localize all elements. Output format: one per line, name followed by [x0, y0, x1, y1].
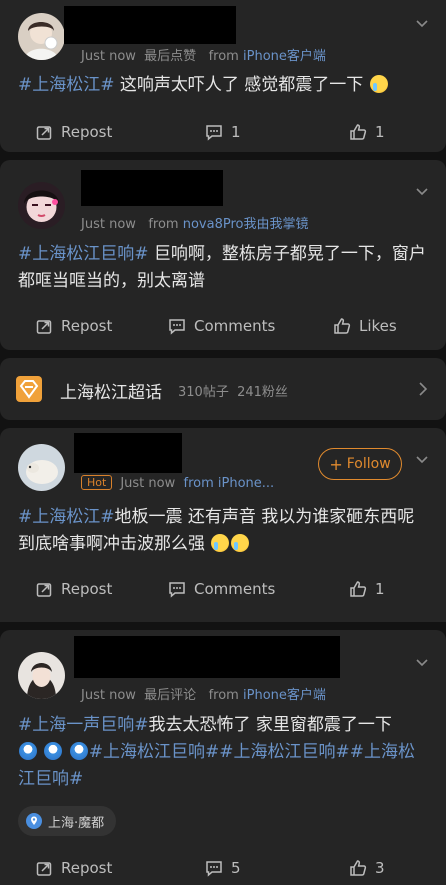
post-text: #上海松江#地板一震 还有声音 我以为谁家砸东西呢 到底啥事啊冲击波那么强 — [18, 507, 415, 554]
follow-button[interactable]: + Follow — [318, 448, 402, 480]
avatar[interactable] — [18, 182, 65, 229]
chevron-down-icon[interactable] — [416, 657, 428, 669]
avatar[interactable] — [18, 652, 65, 699]
comments-button[interactable]: 1 — [205, 118, 241, 146]
hashtag-link[interactable]: #上海松江巨响# — [18, 244, 149, 264]
repost-icon — [36, 861, 52, 876]
source-link[interactable]: iPhone客户端 — [243, 49, 326, 64]
post-text: #上海松江# 这响声太吓人了 感觉都震了一下 — [18, 72, 428, 99]
like-button[interactable]: 1 — [349, 118, 385, 146]
doraemon-emoji-icon — [69, 742, 88, 760]
crying-emoji-icon — [231, 534, 250, 552]
super-topic-bar[interactable]: 上海松江超话 310帖子 241粉丝 — [0, 358, 446, 420]
repost-icon — [36, 582, 52, 597]
post-meta: Just now from nova8Pro我由我掌镜 — [81, 217, 309, 232]
post-text: #上海松江巨响# 巨响啊，整栋房子都晃了一下，窗户都哐当哐当的，别太离谱 — [18, 244, 426, 291]
avatar[interactable] — [18, 444, 65, 491]
doraemon-emoji-icon — [44, 742, 63, 760]
thumbs-up-icon — [350, 124, 367, 140]
comments-button[interactable]: Comments — [168, 575, 275, 603]
location-tag[interactable]: 上海·魔都 — [18, 806, 117, 836]
like-button[interactable]: 1 — [349, 575, 385, 603]
redacted-username — [74, 636, 340, 678]
repost-button[interactable]: Repost — [36, 118, 112, 146]
hashtag-link[interactable]: #上海一声巨响# — [18, 715, 149, 735]
post-card[interactable]: Just now 最后评论 from iPhone客户端 #上海一声巨响#我去太… — [0, 630, 446, 885]
repost-button[interactable]: Repost — [36, 575, 112, 603]
post-meta: Just now 最后评论 from iPhone客户端 — [81, 688, 326, 703]
hashtag-link[interactable]: #上海松江# — [18, 75, 115, 95]
comment-icon — [169, 318, 185, 335]
thumbs-up-icon — [334, 318, 351, 334]
weibo-feed: Just now 最后点赞 from iPhone客户端 #上海松江# 这响声太… — [0, 0, 446, 885]
source-link[interactable]: iPhone客户端 — [243, 688, 326, 703]
post-meta: Hot Just now from iPhone... — [81, 475, 274, 491]
post-card[interactable]: Just now from nova8Pro我由我掌镜 #上海松江巨响# 巨响啊… — [0, 160, 446, 350]
redacted-username — [64, 6, 236, 44]
like-button[interactable]: 3 — [349, 854, 385, 882]
post-actions: Repost 1 1 — [0, 118, 446, 146]
post-card[interactable]: + Follow Hot Just now from iPhone... #上海松江… — [0, 428, 446, 622]
repost-icon — [36, 125, 52, 140]
avatar[interactable] — [18, 13, 65, 60]
super-topic-icon — [16, 376, 42, 402]
like-button[interactable]: Likes — [333, 312, 397, 340]
post-actions: Repost Comments 1 — [0, 575, 446, 603]
post-card[interactable]: Just now 最后点赞 from iPhone客户端 #上海松江# 这响声太… — [0, 0, 446, 152]
comment-icon — [206, 124, 222, 141]
comments-button[interactable]: Comments — [168, 312, 275, 340]
post-actions: Repost 5 3 — [0, 854, 446, 882]
repost-button[interactable]: Repost — [36, 312, 112, 340]
source-link[interactable]: from iPhone... — [184, 476, 275, 491]
comments-button[interactable]: 5 — [205, 854, 241, 882]
topic-stats: 310帖子 241粉丝 — [178, 385, 288, 400]
chevron-down-icon[interactable] — [416, 454, 428, 466]
topic-name: 上海松江超话 — [60, 383, 162, 403]
plus-icon: + — [329, 454, 343, 474]
hot-badge: Hot — [81, 475, 113, 490]
hashtag-link[interactable]: #上海松江# — [18, 507, 115, 527]
chevron-right-icon — [419, 382, 428, 396]
redacted-username — [81, 170, 223, 206]
post-text: #上海一声巨响#我去太恐怖了 家里窗都震了一下 #上海松江巨响##上海松江巨响#… — [18, 715, 416, 789]
repost-icon — [36, 319, 52, 334]
thumbs-up-icon — [350, 860, 367, 876]
location-pin-icon — [26, 813, 42, 829]
comment-icon — [169, 581, 185, 598]
doraemon-emoji-icon — [19, 742, 37, 760]
crying-emoji-icon — [211, 534, 230, 552]
thumbs-up-icon — [350, 581, 367, 597]
repost-button[interactable]: Repost — [36, 854, 112, 882]
source-link[interactable]: nova8Pro我由我掌镜 — [183, 217, 309, 232]
post-actions: Repost Comments Likes — [0, 312, 446, 340]
post-meta: Just now 最后点赞 from iPhone客户端 — [81, 49, 326, 64]
chevron-down-icon[interactable] — [416, 186, 428, 198]
chevron-down-icon[interactable] — [416, 18, 428, 30]
redacted-username — [74, 433, 182, 473]
crying-emoji-icon — [369, 75, 388, 93]
comment-icon — [206, 860, 222, 877]
